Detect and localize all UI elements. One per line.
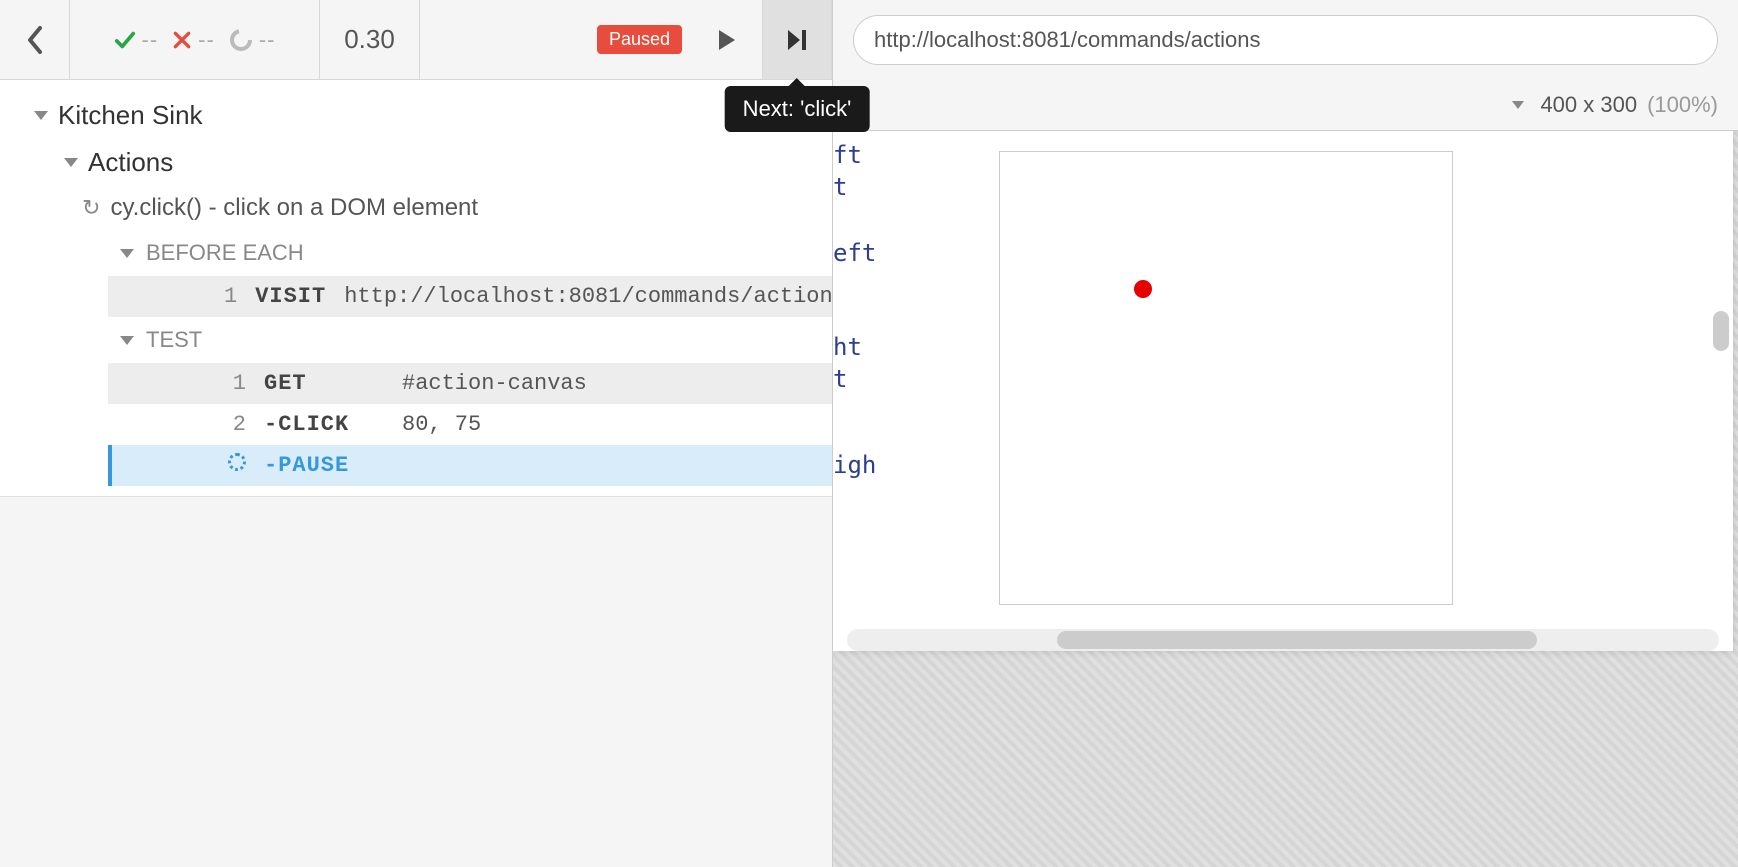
command-name: VISIT: [255, 284, 326, 309]
caret-down-icon: [64, 158, 78, 167]
scrollbar-thumb[interactable]: [1057, 631, 1537, 649]
command-message: #action-canvas: [402, 371, 587, 396]
viewport-info[interactable]: 400 x 300 (100%): [833, 80, 1738, 130]
fail-count: --: [172, 27, 215, 53]
viewport-zoom: (100%): [1647, 92, 1718, 118]
pass-count: --: [114, 27, 159, 53]
test-row[interactable]: ↻ cy.click() - click on a DOM element: [0, 186, 832, 230]
test-stats: -- -- --: [70, 0, 320, 79]
command-row-click[interactable]: 2 -CLICK 80, 75: [108, 404, 832, 445]
x-icon: [172, 30, 192, 50]
viewport-dimensions: 400 x 300: [1540, 92, 1637, 118]
aut-content[interactable]: ft t eft ht t igh: [833, 131, 1733, 651]
command-number: 1: [224, 371, 246, 396]
section-label: TEST: [146, 327, 202, 353]
app-preview-panel: 400 x 300 (100%) ft t eft ht t igh: [833, 0, 1738, 867]
command-number: 1: [224, 284, 237, 309]
test-title: cy.click() - click on a DOM element: [110, 194, 478, 222]
command-name: -PAUSE: [264, 453, 384, 478]
test-section-header[interactable]: TEST: [0, 317, 832, 363]
step-forward-icon: [786, 28, 808, 52]
aut-label: ft: [833, 141, 862, 169]
aut-frame: ft t eft ht t igh: [833, 130, 1738, 867]
url-input[interactable]: [853, 15, 1718, 65]
caret-down-icon: [34, 111, 48, 120]
aut-label: t: [833, 365, 847, 393]
step-next-button[interactable]: Next: 'click': [762, 0, 832, 79]
caret-down-icon: [120, 336, 134, 345]
horizontal-scrollbar[interactable]: [847, 629, 1719, 651]
fail-count-value: --: [198, 27, 215, 53]
chevron-left-icon: [26, 26, 44, 54]
scrollbar-thumb[interactable]: [1713, 311, 1729, 351]
command-row-pause[interactable]: -PAUSE: [108, 445, 832, 486]
spec-row[interactable]: Actions: [0, 139, 832, 186]
suite-row[interactable]: Kitchen Sink: [0, 92, 832, 139]
pending-count: --: [229, 27, 276, 53]
log-filler: [0, 496, 832, 867]
resume-button[interactable]: [692, 0, 762, 79]
tooltip-text: Next: 'click': [743, 96, 852, 121]
click-marker: [1134, 280, 1152, 298]
pass-count-value: --: [142, 27, 159, 53]
command-log-panel: -- -- -- 0.30 Paused Next: 'click': [0, 0, 833, 867]
paused-badge: Paused: [597, 25, 682, 54]
toolbar-spacer: [420, 0, 581, 79]
spinner-icon: [228, 453, 246, 471]
command-number: 2: [224, 412, 246, 437]
command-message: http://localhost:8081/commands/actions: [344, 284, 832, 309]
back-button[interactable]: [0, 0, 70, 79]
command-message: 80, 75: [402, 412, 481, 437]
command-number: [224, 453, 246, 478]
step-tooltip: Next: 'click': [725, 86, 870, 132]
command-name: GET: [264, 371, 384, 396]
command-row-get[interactable]: 1 GET #action-canvas: [108, 363, 832, 404]
aut-label: t: [833, 173, 847, 201]
pending-count-value: --: [259, 27, 276, 53]
play-icon: [717, 28, 737, 52]
command-name: -CLICK: [264, 412, 384, 437]
caret-down-icon: [120, 249, 134, 258]
command-row-visit[interactable]: 1 VISIT http://localhost:8081/commands/a…: [108, 276, 832, 317]
spec-title: Actions: [88, 147, 173, 178]
before-each-header[interactable]: BEFORE EACH: [0, 230, 832, 276]
check-icon: [114, 29, 136, 51]
time-value: 0.30: [344, 24, 395, 55]
caret-down-icon: [1512, 101, 1524, 109]
reload-icon: ↻: [82, 195, 100, 221]
toolbar: -- -- -- 0.30 Paused Next: 'click': [0, 0, 832, 80]
section-label: BEFORE EACH: [146, 240, 304, 266]
aut-label: ht: [833, 333, 862, 361]
paused-badge-cell: Paused: [581, 0, 692, 79]
aut-label: eft: [833, 239, 876, 267]
elapsed-time: 0.30: [320, 0, 420, 79]
aut-label: igh: [833, 451, 876, 479]
suite-title: Kitchen Sink: [58, 100, 203, 131]
vertical-scrollbar[interactable]: [1711, 131, 1729, 623]
url-bar-row: [833, 0, 1738, 80]
action-canvas[interactable]: [999, 151, 1453, 605]
command-log: Kitchen Sink Actions ↻ cy.click() - clic…: [0, 80, 832, 867]
spinner-icon: [229, 28, 253, 52]
